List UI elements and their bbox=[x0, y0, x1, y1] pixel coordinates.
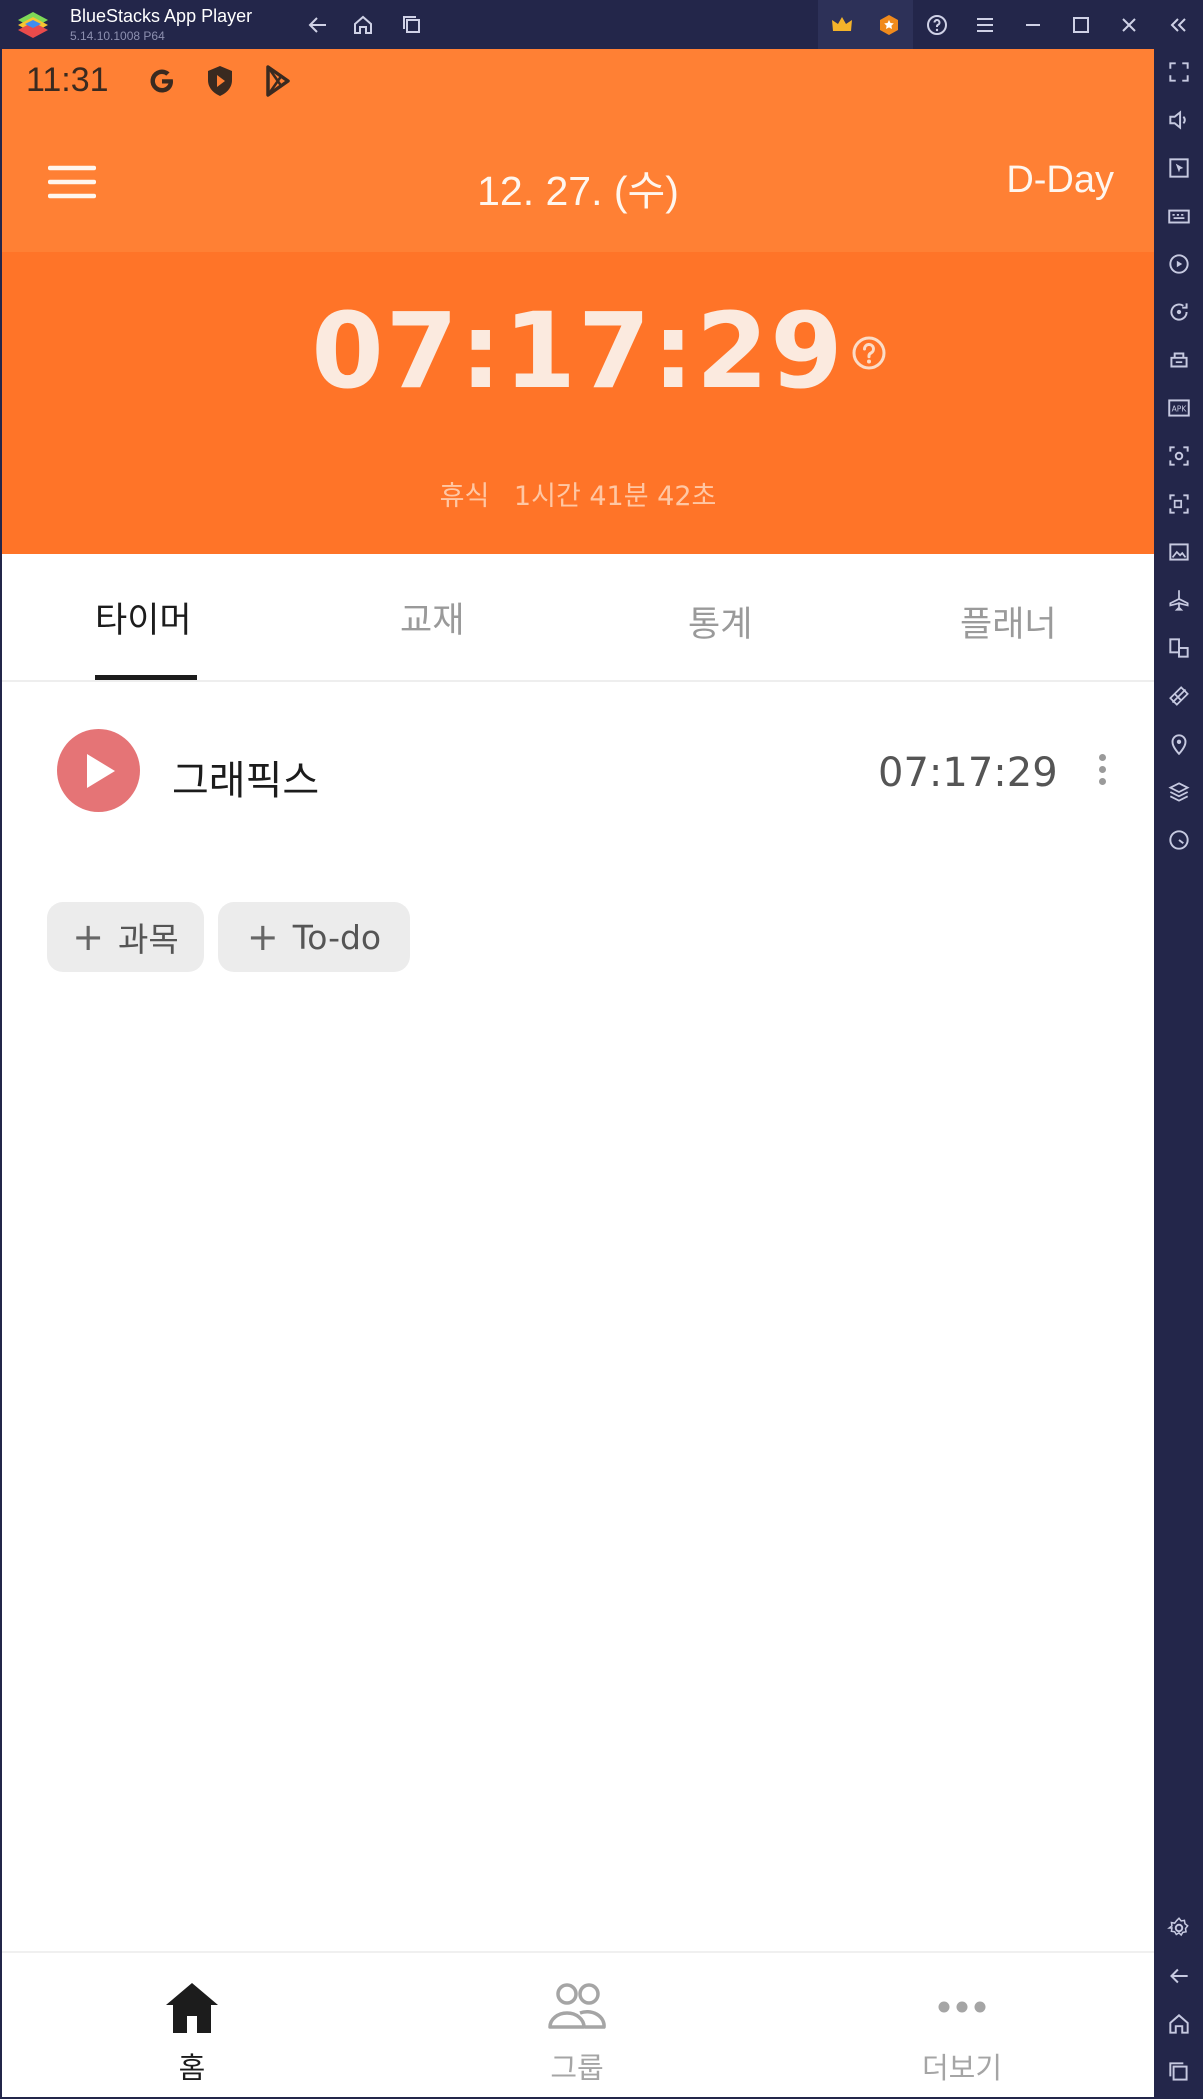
help-icon[interactable] bbox=[922, 10, 952, 40]
close-icon[interactable] bbox=[1114, 10, 1144, 40]
dday-button[interactable]: D-Day bbox=[1006, 159, 1114, 202]
add-todo-label: To-do bbox=[292, 917, 382, 957]
back-arrow-icon[interactable] bbox=[303, 10, 333, 40]
bluestacks-logo-icon bbox=[18, 12, 48, 38]
date-title[interactable]: 12. 27. (수) bbox=[2, 157, 1154, 217]
airplane-mode-icon[interactable] bbox=[1166, 587, 1192, 613]
eco-mode-icon[interactable] bbox=[1166, 683, 1192, 709]
app-title: BlueStacks App Player bbox=[70, 6, 253, 26]
svg-text:APK: APK bbox=[1172, 404, 1188, 413]
nav-home[interactable]: 홈 bbox=[92, 1953, 292, 2097]
apk-install-icon[interactable]: APK bbox=[1166, 395, 1192, 421]
tab-timer[interactable]: 타이머 bbox=[95, 592, 192, 643]
play-protect-icon bbox=[208, 66, 232, 96]
plus-icon: + bbox=[72, 915, 105, 959]
home-icon bbox=[166, 1983, 218, 2033]
app-screen: 11:31 12. 27. (수) D-Day 07:17:29 휴식 1시간 … bbox=[2, 49, 1154, 2097]
timer-panel: 07:17:29 휴식 1시간 41분 42초 bbox=[2, 252, 1154, 554]
tab-bar: 타이머 교재 통계 플래너 bbox=[2, 554, 1154, 682]
multi-instance-icon[interactable] bbox=[1166, 635, 1192, 661]
play-button[interactable] bbox=[57, 729, 140, 812]
emulator-titlebar: BlueStacks App Player 5.14.10.1008 P64 bbox=[0, 0, 1203, 49]
macro-record-icon[interactable] bbox=[1166, 251, 1192, 277]
layers-icon[interactable] bbox=[1166, 779, 1192, 805]
more-icon bbox=[938, 2001, 986, 2013]
performance-icon[interactable] bbox=[1166, 827, 1192, 853]
game-controls-icon[interactable] bbox=[1166, 347, 1192, 373]
play-store-icon bbox=[266, 65, 290, 97]
nav-more-label: 더보기 bbox=[921, 2051, 1003, 2085]
screen-record-icon[interactable] bbox=[1166, 491, 1192, 517]
status-time: 11:31 bbox=[26, 61, 109, 99]
android-home-icon[interactable] bbox=[1166, 2011, 1192, 2037]
active-tab-indicator bbox=[95, 675, 197, 680]
more-options-icon[interactable] bbox=[1096, 754, 1108, 790]
tab-textbook[interactable]: 교재 bbox=[400, 592, 464, 643]
rotate-icon[interactable] bbox=[1166, 299, 1192, 325]
fullscreen-icon[interactable] bbox=[1166, 59, 1192, 85]
nav-more[interactable]: 더보기 bbox=[862, 1953, 1062, 2097]
subject-row[interactable]: 그래픽스 07:17:29 bbox=[2, 712, 1154, 832]
help-circle-icon[interactable] bbox=[850, 334, 888, 372]
keyboard-icon[interactable] bbox=[1166, 203, 1192, 229]
nav-group-label: 그룹 bbox=[550, 2051, 604, 2085]
nav-home-label: 홈 bbox=[178, 2051, 206, 2085]
volume-icon[interactable] bbox=[1166, 107, 1192, 133]
bottom-navigation: 홈 그룹 더보기 bbox=[2, 1951, 1154, 2097]
nav-group[interactable]: 그룹 bbox=[477, 1953, 677, 2097]
location-icon[interactable] bbox=[1166, 731, 1192, 757]
tab-planner[interactable]: 플래너 bbox=[960, 596, 1057, 647]
rewards-icon[interactable] bbox=[874, 10, 904, 40]
break-time-row: 휴식 1시간 41분 42초 bbox=[2, 474, 1154, 513]
crown-icon[interactable] bbox=[827, 10, 857, 40]
app-version: 5.14.10.1008 P64 bbox=[70, 29, 165, 43]
settings-icon[interactable] bbox=[1166, 1915, 1192, 1941]
maximize-icon[interactable] bbox=[1066, 10, 1096, 40]
minimize-icon[interactable] bbox=[1018, 10, 1048, 40]
collapse-sidebar-icon[interactable] bbox=[1163, 10, 1193, 40]
tab-statistics[interactable]: 통계 bbox=[688, 596, 752, 647]
plus-icon: + bbox=[246, 915, 279, 959]
multitask-icon[interactable] bbox=[397, 10, 427, 40]
group-icon bbox=[548, 1983, 606, 2029]
media-folder-icon[interactable] bbox=[1166, 539, 1192, 565]
app-header: 11:31 12. 27. (수) D-Day bbox=[2, 49, 1154, 252]
add-todo-button[interactable]: + To-do bbox=[218, 902, 410, 972]
add-subject-button[interactable]: + 과목 bbox=[47, 902, 204, 972]
emulator-sidebar: APK bbox=[1154, 49, 1203, 2099]
break-time: 1시간 41분 42초 bbox=[513, 481, 717, 512]
subject-name: 그래픽스 bbox=[172, 758, 320, 804]
total-study-timer: 07:17:29 bbox=[311, 290, 845, 412]
pointer-icon[interactable] bbox=[1166, 155, 1192, 181]
break-label: 휴식 bbox=[439, 481, 490, 512]
home-icon[interactable] bbox=[348, 10, 378, 40]
subject-time: 07:17:29 bbox=[878, 750, 1058, 796]
screenshot-icon[interactable] bbox=[1166, 443, 1192, 469]
menu-icon[interactable] bbox=[970, 10, 1000, 40]
android-back-icon[interactable] bbox=[1166, 1963, 1192, 1989]
google-icon bbox=[150, 69, 173, 93]
play-icon bbox=[87, 754, 115, 788]
add-subject-label: 과목 bbox=[118, 920, 179, 959]
android-recents-icon[interactable] bbox=[1166, 2059, 1192, 2085]
